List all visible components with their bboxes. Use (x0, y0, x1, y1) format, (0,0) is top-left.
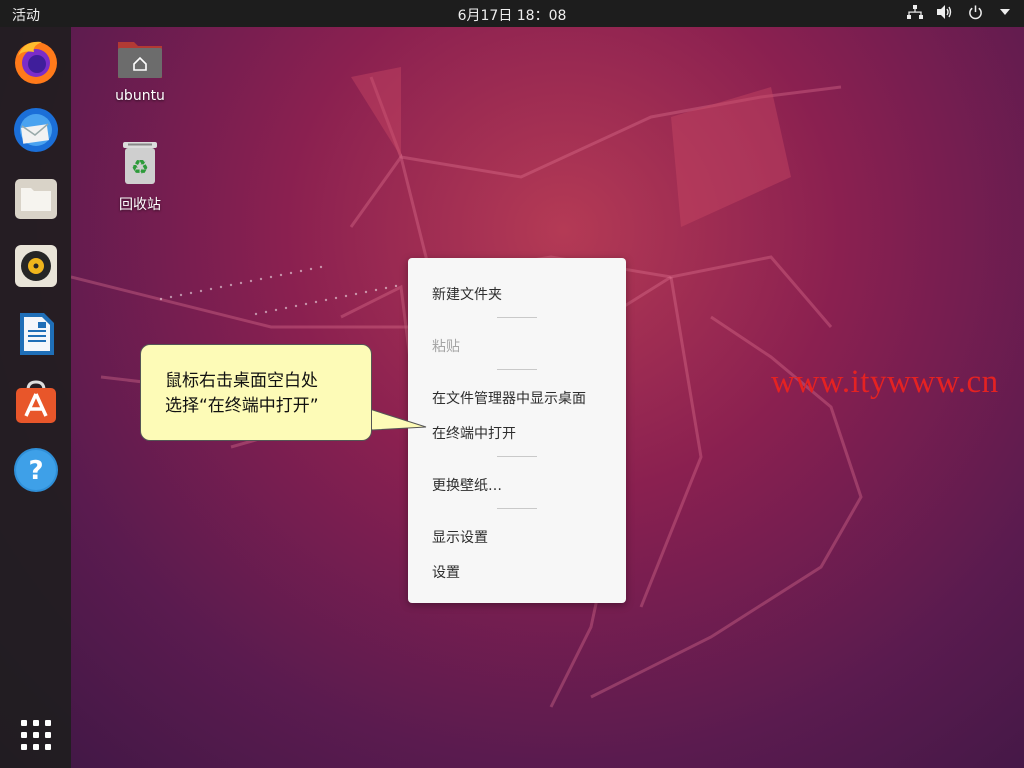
menu-separator (497, 369, 537, 370)
network-icon[interactable] (906, 3, 924, 21)
menu-item-settings[interactable]: 设置 (432, 562, 460, 582)
files-icon[interactable] (12, 174, 60, 222)
menu-separator (497, 456, 537, 457)
show-apps-icon[interactable] (12, 713, 60, 761)
software-icon[interactable] (12, 378, 60, 426)
menu-separator (497, 508, 537, 509)
desktop-trash[interactable]: ♻ 回收站 (110, 140, 170, 214)
callout-line-2: 选择“在终端中打开” (165, 396, 319, 416)
help-icon[interactable]: ? (12, 446, 60, 494)
trash-icon: ♻ (123, 142, 157, 184)
dock: ? (0, 27, 71, 768)
rhythmbox-icon[interactable] (12, 242, 60, 290)
desktop-context-menu: 新建文件夹 粘贴 在文件管理器中显示桌面 在终端中打开 更换壁纸… 显示设置 设… (408, 258, 626, 603)
menu-item-new-folder[interactable]: 新建文件夹 (432, 284, 502, 304)
callout-line-1: 鼠标右击桌面空白处 (165, 371, 318, 391)
system-tray[interactable] (906, 3, 1014, 21)
power-icon[interactable] (966, 3, 984, 21)
thunderbird-icon[interactable] (12, 106, 60, 154)
writer-icon[interactable] (12, 310, 60, 358)
clock[interactable]: 6月17日 18：08 (0, 5, 1024, 25)
home-folder-icon (118, 42, 162, 78)
annotation-callout: 鼠标右击桌面空白处 选择“在终端中打开” (140, 344, 372, 441)
desktop-home-folder[interactable]: ubuntu (110, 36, 170, 104)
svg-text:?: ? (28, 456, 43, 486)
menu-item-open-in-terminal[interactable]: 在终端中打开 (432, 423, 516, 443)
menu-separator (497, 317, 537, 318)
trash-label: 回收站 (119, 197, 161, 213)
svg-text:♻: ♻ (131, 155, 149, 179)
home-folder-label: ubuntu (115, 88, 165, 104)
menu-item-change-background[interactable]: 更换壁纸… (432, 475, 502, 495)
volume-icon[interactable] (936, 3, 954, 21)
menu-item-display-settings[interactable]: 显示设置 (432, 527, 488, 547)
menu-arrow-icon[interactable] (996, 3, 1014, 21)
watermark: www.itywww.cn (771, 364, 999, 400)
firefox-icon[interactable] (12, 38, 60, 86)
menu-item-show-desktop-in-files[interactable]: 在文件管理器中显示桌面 (432, 388, 586, 408)
menu-item-paste: 粘贴 (432, 339, 460, 355)
top-bar: 活动 6月17日 18：08 (0, 0, 1024, 27)
